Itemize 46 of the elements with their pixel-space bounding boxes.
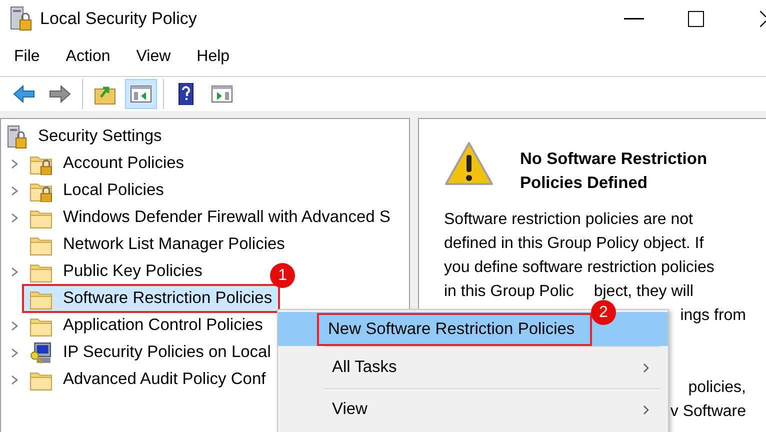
server-lock-icon xyxy=(7,124,27,148)
app-icon xyxy=(10,6,32,32)
menu-item[interactable]: File xyxy=(6,44,48,70)
tree-item[interactable]: Account Policies xyxy=(29,150,192,177)
tree-toolbar-button[interactable] xyxy=(125,79,157,109)
minimize-icon[interactable] xyxy=(624,18,644,20)
tree-item[interactable]: Application Control Policies xyxy=(29,312,270,339)
details-title: No Software Restriction Policies Defined xyxy=(520,149,708,194)
context-menu-item[interactable]: View xyxy=(324,388,660,430)
tree-item[interactable]: Advanced Audit Policy Conf xyxy=(29,366,273,393)
show-tree-icon xyxy=(129,83,153,105)
warning-icon xyxy=(444,141,494,187)
tree-item[interactable]: Windows Defender Firewall with Advanced S xyxy=(29,204,398,231)
menu-item[interactable]: Help xyxy=(188,44,238,70)
maximize-icon[interactable] xyxy=(688,11,704,27)
description-text: Software restriction policies are not xyxy=(444,211,693,230)
description-text: defined in this Group Policy object. If xyxy=(444,235,704,254)
tree-root[interactable]: Security Settings xyxy=(35,125,165,148)
tree-item[interactable]: Local Policies xyxy=(29,177,171,204)
chevron-icon[interactable] xyxy=(11,266,19,276)
chevron-icon[interactable] xyxy=(11,320,19,330)
computer-key-icon xyxy=(29,342,53,364)
chevron-icon[interactable] xyxy=(11,158,19,168)
description-text: bject, they will xyxy=(594,283,694,302)
menu-item[interactable]: Action xyxy=(58,44,118,70)
callout-badge: 1 xyxy=(270,263,296,288)
tree-item[interactable]: Network List Manager Policies xyxy=(29,231,292,258)
chevron-icon[interactable] xyxy=(11,348,19,358)
tree-item[interactable]: Public Key Policies xyxy=(29,258,210,285)
back-arrow-icon xyxy=(12,83,36,105)
tree-item[interactable]: IP Security Policies on Local xyxy=(29,339,278,366)
tree-item[interactable]: Software Restriction Policies xyxy=(23,285,280,312)
forward-arrow-icon xyxy=(48,83,72,105)
close-icon[interactable] xyxy=(760,11,766,27)
menu-item[interactable]: View xyxy=(128,44,179,70)
chevron-icon[interactable] xyxy=(11,374,19,384)
action-pane-icon xyxy=(210,83,234,105)
window-title: Local Security Policy xyxy=(40,9,197,29)
description-text: v Software xyxy=(670,403,746,422)
description-text: you define software restriction policies xyxy=(444,259,714,278)
description-text: in this Group Polic xyxy=(444,283,574,302)
chevron-icon[interactable] xyxy=(11,186,19,196)
context-menu-item[interactable]: All Tasks xyxy=(324,346,660,388)
chevron-icon[interactable] xyxy=(11,212,19,222)
description-text: policies, xyxy=(688,379,746,398)
description-text: ings from xyxy=(680,307,746,326)
